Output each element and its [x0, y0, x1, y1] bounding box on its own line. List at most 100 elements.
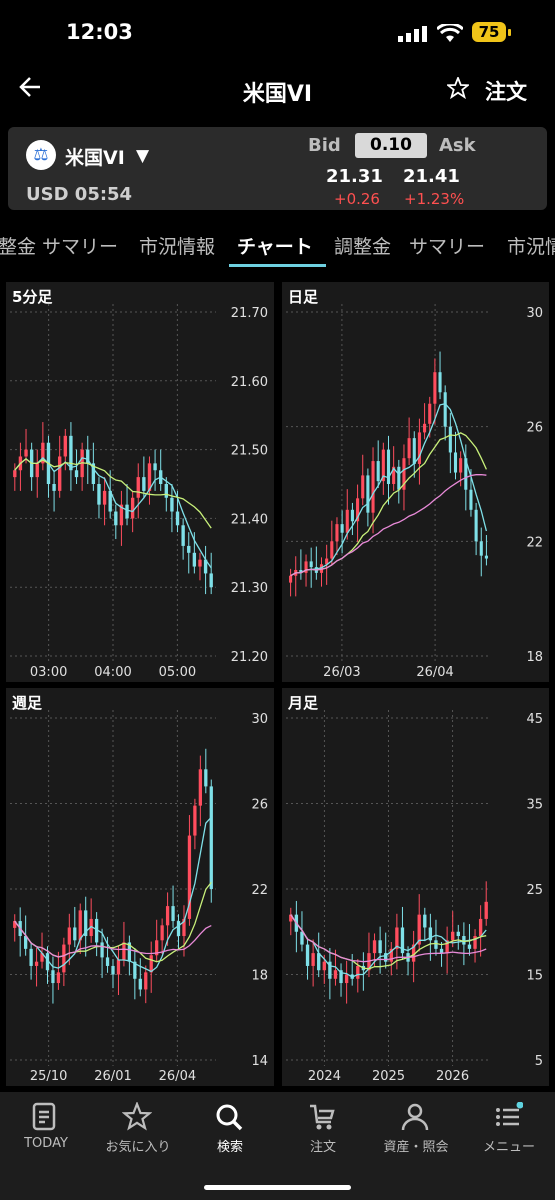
candle-body	[345, 509, 349, 533]
y-tick-label: 5	[535, 1054, 543, 1069]
candle-body	[144, 972, 148, 990]
candle-body	[130, 497, 135, 519]
search-icon	[216, 1104, 243, 1131]
battery-indicator: 75	[472, 22, 506, 42]
chart-monthly[interactable]: 45 35 25 15 5 2024 2025 2026 月足	[282, 688, 549, 1086]
candle-body	[62, 944, 66, 973]
candle-body	[469, 489, 473, 510]
candle-body	[13, 470, 17, 478]
candle-body	[78, 910, 82, 941]
candle-body	[209, 786, 213, 889]
y-tick-label: 45	[526, 712, 543, 727]
y-tick-label: 18	[526, 650, 543, 665]
nav-menu[interactable]: メニュー	[463, 1092, 555, 1162]
home-indicator	[204, 1185, 351, 1190]
bottom-nav: TODAY お気に入り 検索 注文 資産・照会 メニュー	[0, 1092, 555, 1200]
tab-adjustment[interactable]: 調整金	[334, 232, 391, 259]
candle-body	[322, 961, 326, 971]
candle-body	[102, 490, 107, 505]
candle-body	[136, 477, 140, 498]
nav-order[interactable]: 注文	[277, 1092, 369, 1162]
y-tick-label: 21.20	[231, 650, 268, 665]
candle-body	[63, 435, 67, 457]
candle-body	[453, 452, 458, 473]
candle-body	[376, 461, 380, 482]
candle-body	[412, 438, 416, 464]
candle-body	[289, 575, 293, 583]
tab-adjustment-partial[interactable]: 整金	[0, 232, 36, 259]
candle-body	[67, 927, 71, 945]
candle-body	[56, 972, 61, 984]
tab-market-info[interactable]: 市況情報	[139, 232, 215, 259]
candle-body	[153, 463, 157, 471]
x-tick-label: 25/10	[30, 1069, 67, 1084]
candle-body	[372, 940, 377, 954]
instrument-name[interactable]: 米国VI	[65, 143, 125, 170]
candle-body	[350, 509, 354, 522]
tab-chart[interactable]: チャート	[237, 232, 313, 259]
tab-bar: 整金 サマリー 市況情報 チャート 調整金 サマリー 市況情	[0, 222, 555, 266]
y-tick-label: 21.50	[231, 444, 268, 459]
candle-body	[340, 524, 344, 533]
y-tick-label: 18	[251, 969, 268, 984]
nav-assets[interactable]: 資産・照会	[370, 1092, 462, 1162]
tab-market-info-2[interactable]: 市況情	[507, 232, 555, 259]
candle-body	[51, 970, 55, 984]
candle-body	[175, 511, 180, 526]
nav-label: メニュー	[482, 1140, 535, 1155]
candle-body	[34, 961, 39, 966]
candle-body	[116, 959, 121, 975]
candle-body	[459, 458, 463, 473]
candle-body	[69, 435, 73, 471]
x-tick-label: 04:00	[94, 665, 131, 680]
candle-body	[204, 769, 208, 787]
tab-summary[interactable]: サマリー	[42, 232, 118, 259]
candle-body	[333, 970, 338, 979]
candle-body	[456, 931, 460, 937]
candle-body	[434, 940, 438, 949]
candle-body	[181, 525, 185, 546]
candle-body	[448, 426, 452, 453]
nav-favorites[interactable]: お気に入り	[92, 1092, 184, 1162]
candle-body	[97, 484, 101, 505]
chart-5min[interactable]: 21.70 21.60 21.50 21.40 21.30 21.20 03:00 04:00…	[6, 282, 274, 682]
chevron-down-icon[interactable]: ▼	[136, 146, 149, 166]
candle-body	[478, 918, 483, 937]
candle-body	[356, 965, 360, 979]
chart-title: 日足	[288, 288, 319, 306]
y-tick-label: 35	[526, 798, 543, 813]
candle-body	[378, 940, 382, 954]
nav-today[interactable]: TODAY	[0, 1092, 92, 1162]
y-tick-label: 30	[251, 712, 268, 727]
candle-body	[58, 456, 62, 491]
candle-body	[443, 392, 447, 427]
candle-body	[171, 906, 175, 922]
y-tick-label: 21.40	[231, 512, 268, 527]
candle-body	[24, 449, 28, 457]
candle-body	[193, 805, 197, 836]
candle-body	[330, 541, 334, 559]
chart-weekly[interactable]: 30 26 22 18 14 25/10 26/01 26/04 週足	[6, 688, 274, 1086]
y-tick-label: 26	[251, 798, 268, 813]
candle-body	[344, 974, 349, 984]
candle-body	[111, 965, 115, 975]
tab-summary-2[interactable]: サマリー	[409, 232, 485, 259]
candle-body	[407, 438, 411, 459]
candle-body	[438, 372, 442, 393]
order-button[interactable]: 注文	[485, 76, 527, 106]
favorite-star-icon[interactable]	[447, 77, 469, 99]
candle-body	[73, 927, 77, 941]
candle-body	[311, 953, 315, 966]
candle-body	[484, 555, 488, 559]
nav-search[interactable]: 検索	[184, 1092, 276, 1162]
chart-daily[interactable]: 30 26 22 18 26/03 26/04 日足	[282, 282, 549, 682]
wifi-icon	[437, 24, 463, 42]
candle-body	[160, 925, 164, 941]
candle-body	[335, 524, 339, 542]
candle-body	[462, 936, 466, 945]
candle-body	[361, 475, 365, 499]
candle-body	[125, 504, 129, 519]
chart-title: 月足	[288, 694, 319, 712]
x-tick-label: 26/04	[159, 1069, 196, 1084]
candle-body	[52, 484, 56, 491]
